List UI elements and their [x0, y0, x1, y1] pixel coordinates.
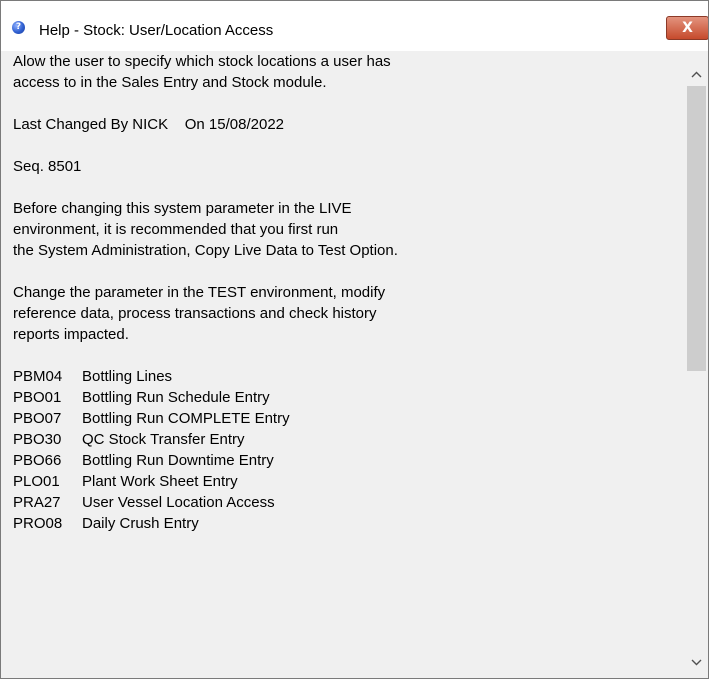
change-line: reference data, process transactions and… — [13, 305, 377, 322]
program-name: Bottling Lines — [82, 368, 173, 385]
program-name: QC Stock Transfer Entry — [82, 431, 245, 448]
program-row: PBM04 Bottling Lines — [13, 366, 683, 387]
warning-line: environment, it is recommended that you … — [13, 221, 339, 238]
help-text-area[interactable]: Alow the user to specify which stock loc… — [13, 51, 683, 672]
chevron-down-icon[interactable] — [685, 652, 708, 672]
program-row: PBO07 Bottling Run COMPLETE Entry — [13, 408, 683, 429]
program-row: PBO66 Bottling Run Downtime Entry — [13, 450, 683, 471]
program-code: PRO08 — [13, 515, 63, 532]
program-code: PRA27 — [13, 494, 61, 511]
program-row: PRO08 Daily Crush Entry — [13, 513, 683, 534]
window-title: Help - Stock: User/Location Access — [39, 22, 274, 39]
program-name: Daily Crush Entry — [82, 515, 199, 532]
program-code: PBO07 — [13, 410, 62, 427]
program-row: PBO01 Bottling Run Schedule Entry — [13, 387, 683, 408]
close-button[interactable]: X — [666, 16, 708, 40]
warning-line: Before changing this system parameter in… — [13, 200, 352, 217]
intro-line: Alow the user to specify which stock loc… — [13, 53, 391, 70]
program-row: PRA27 User Vessel Location Access — [13, 492, 683, 513]
sequence-line: Seq. 8501 — [13, 158, 82, 175]
program-code: PBO66 — [13, 452, 62, 469]
help-icon: ? — [12, 21, 25, 34]
program-name: User Vessel Location Access — [82, 494, 275, 511]
program-row: PLO01 Plant Work Sheet Entry — [13, 471, 683, 492]
program-code: PBO01 — [13, 389, 62, 406]
program-code: PBO30 — [13, 431, 62, 448]
title-bar[interactable]: ? Help - Stock: User/Location Access X — [1, 1, 708, 51]
program-name: Bottling Run COMPLETE Entry — [82, 410, 290, 427]
change-line: reports impacted. — [13, 326, 129, 343]
program-name: Bottling Run Downtime Entry — [82, 452, 274, 469]
close-icon: X — [682, 20, 693, 36]
program-code: PLO01 — [13, 473, 60, 490]
change-line: Change the parameter in the TEST environ… — [13, 284, 386, 301]
scroll-thumb[interactable] — [687, 86, 706, 371]
intro-line: access to in the Sales Entry and Stock m… — [13, 74, 327, 91]
last-changed-line: Last Changed By NICK On 15/08/2022 — [13, 116, 285, 133]
help-window: ? Help - Stock: User/Location Access X A… — [0, 0, 709, 679]
warning-line: the System Administration, Copy Live Dat… — [13, 242, 398, 259]
chevron-up-icon[interactable] — [685, 64, 708, 84]
program-name: Bottling Run Schedule Entry — [82, 389, 270, 406]
program-code: PBM04 — [13, 368, 63, 385]
program-row: PBO30 QC Stock Transfer Entry — [13, 429, 683, 450]
vertical-scrollbar[interactable] — [685, 64, 708, 672]
program-name: Plant Work Sheet Entry — [82, 473, 238, 490]
